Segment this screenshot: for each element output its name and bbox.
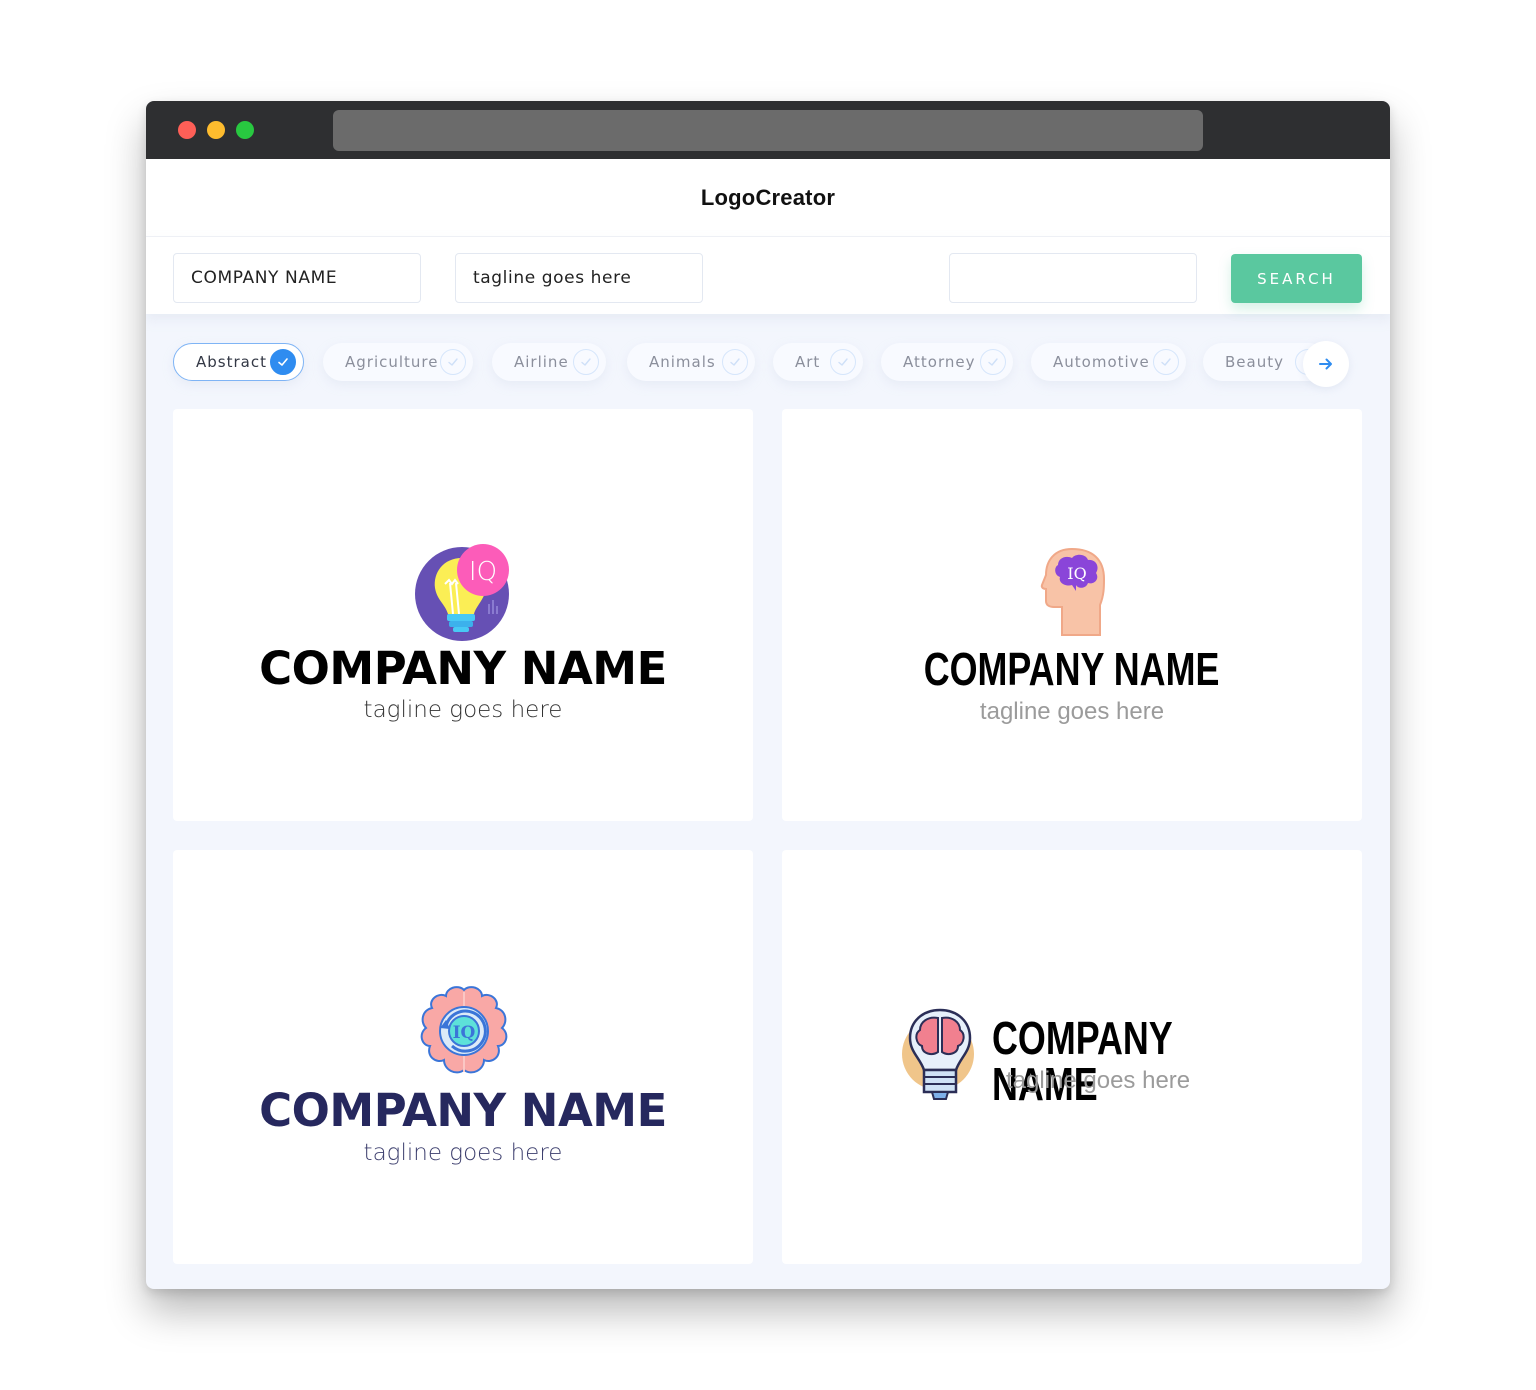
logo-card[interactable]: IQ COMPANY NAME tagline goes here bbox=[173, 850, 753, 1264]
keyword-input[interactable] bbox=[949, 253, 1197, 303]
app-header: LogoCreator bbox=[146, 159, 1390, 236]
lightbulb-brain-icon bbox=[902, 1006, 980, 1106]
logo-card[interactable]: IQ COMPANY NAME tagline goes here bbox=[173, 409, 753, 821]
category-chip-attorney[interactable]: Attorney bbox=[881, 343, 1013, 381]
address-bar[interactable] bbox=[333, 110, 1203, 151]
category-filter-bar: Abstract Agriculture Airline Animals Art… bbox=[173, 341, 1353, 387]
logo-tagline: tagline goes here bbox=[363, 697, 563, 723]
logo-tagline: tagline goes here bbox=[979, 698, 1165, 725]
lightbulb-iq-icon: IQ bbox=[415, 544, 513, 646]
search-bar: COMPANY NAME tagline goes here SEARCH bbox=[146, 236, 1390, 314]
minimize-window-button[interactable] bbox=[207, 121, 225, 139]
app-title[interactable]: LogoCreator bbox=[701, 185, 835, 211]
svg-text:IQ: IQ bbox=[469, 557, 497, 587]
svg-text:IQ: IQ bbox=[453, 1023, 476, 1043]
category-chip-art[interactable]: Art bbox=[773, 343, 863, 381]
category-chip-label: Attorney bbox=[903, 353, 976, 371]
logo-tagline: tagline goes here bbox=[1006, 1067, 1191, 1094]
check-icon bbox=[440, 349, 466, 375]
next-categories-button[interactable] bbox=[1303, 341, 1349, 387]
svg-text:IQ: IQ bbox=[1067, 564, 1086, 583]
check-icon bbox=[1153, 349, 1179, 375]
title-bar bbox=[146, 101, 1390, 159]
search-button[interactable]: SEARCH bbox=[1231, 254, 1362, 303]
logo-company-name: COMPANY NAME bbox=[259, 642, 667, 695]
check-icon bbox=[830, 349, 856, 375]
logo-company-name: COMPANY NAME bbox=[259, 1084, 667, 1137]
company-name-input[interactable]: COMPANY NAME bbox=[173, 253, 421, 303]
maximize-window-button[interactable] bbox=[236, 121, 254, 139]
browser-window: LogoCreator COMPANY NAME tagline goes he… bbox=[146, 101, 1390, 1289]
arrow-right-icon bbox=[1319, 358, 1332, 370]
check-icon bbox=[573, 349, 599, 375]
category-chip-label: Automotive bbox=[1053, 353, 1150, 371]
category-chip-abstract[interactable]: Abstract bbox=[173, 343, 304, 381]
category-chip-label: Airline bbox=[514, 353, 569, 371]
logo-company-name: COMPANY NAME bbox=[924, 643, 1220, 695]
check-icon bbox=[270, 349, 296, 375]
logo-card[interactable]: COMPANY NAME tagline goes here bbox=[782, 850, 1362, 1264]
head-brain-iq-icon: IQ bbox=[1040, 547, 1106, 641]
category-chip-label: Agriculture bbox=[345, 353, 439, 371]
category-chip-label: Art bbox=[795, 353, 821, 371]
close-window-button[interactable] bbox=[178, 121, 196, 139]
category-chip-label: Beauty bbox=[1225, 353, 1284, 371]
check-icon bbox=[722, 349, 748, 375]
category-chip-automotive[interactable]: Automotive bbox=[1031, 343, 1186, 381]
category-chip-animals[interactable]: Animals bbox=[627, 343, 755, 381]
category-chip-label: Animals bbox=[649, 353, 716, 371]
check-icon bbox=[980, 349, 1006, 375]
category-chip-agriculture[interactable]: Agriculture bbox=[323, 343, 473, 381]
logo-card[interactable]: IQ COMPANY NAME tagline goes here bbox=[782, 409, 1362, 821]
logo-tagline: tagline goes here bbox=[363, 1140, 563, 1166]
tagline-input[interactable]: tagline goes here bbox=[455, 253, 703, 303]
category-chip-label: Abstract bbox=[196, 353, 267, 371]
brain-iq-cycle-icon: IQ bbox=[416, 984, 512, 1084]
category-chip-airline[interactable]: Airline bbox=[492, 343, 606, 381]
